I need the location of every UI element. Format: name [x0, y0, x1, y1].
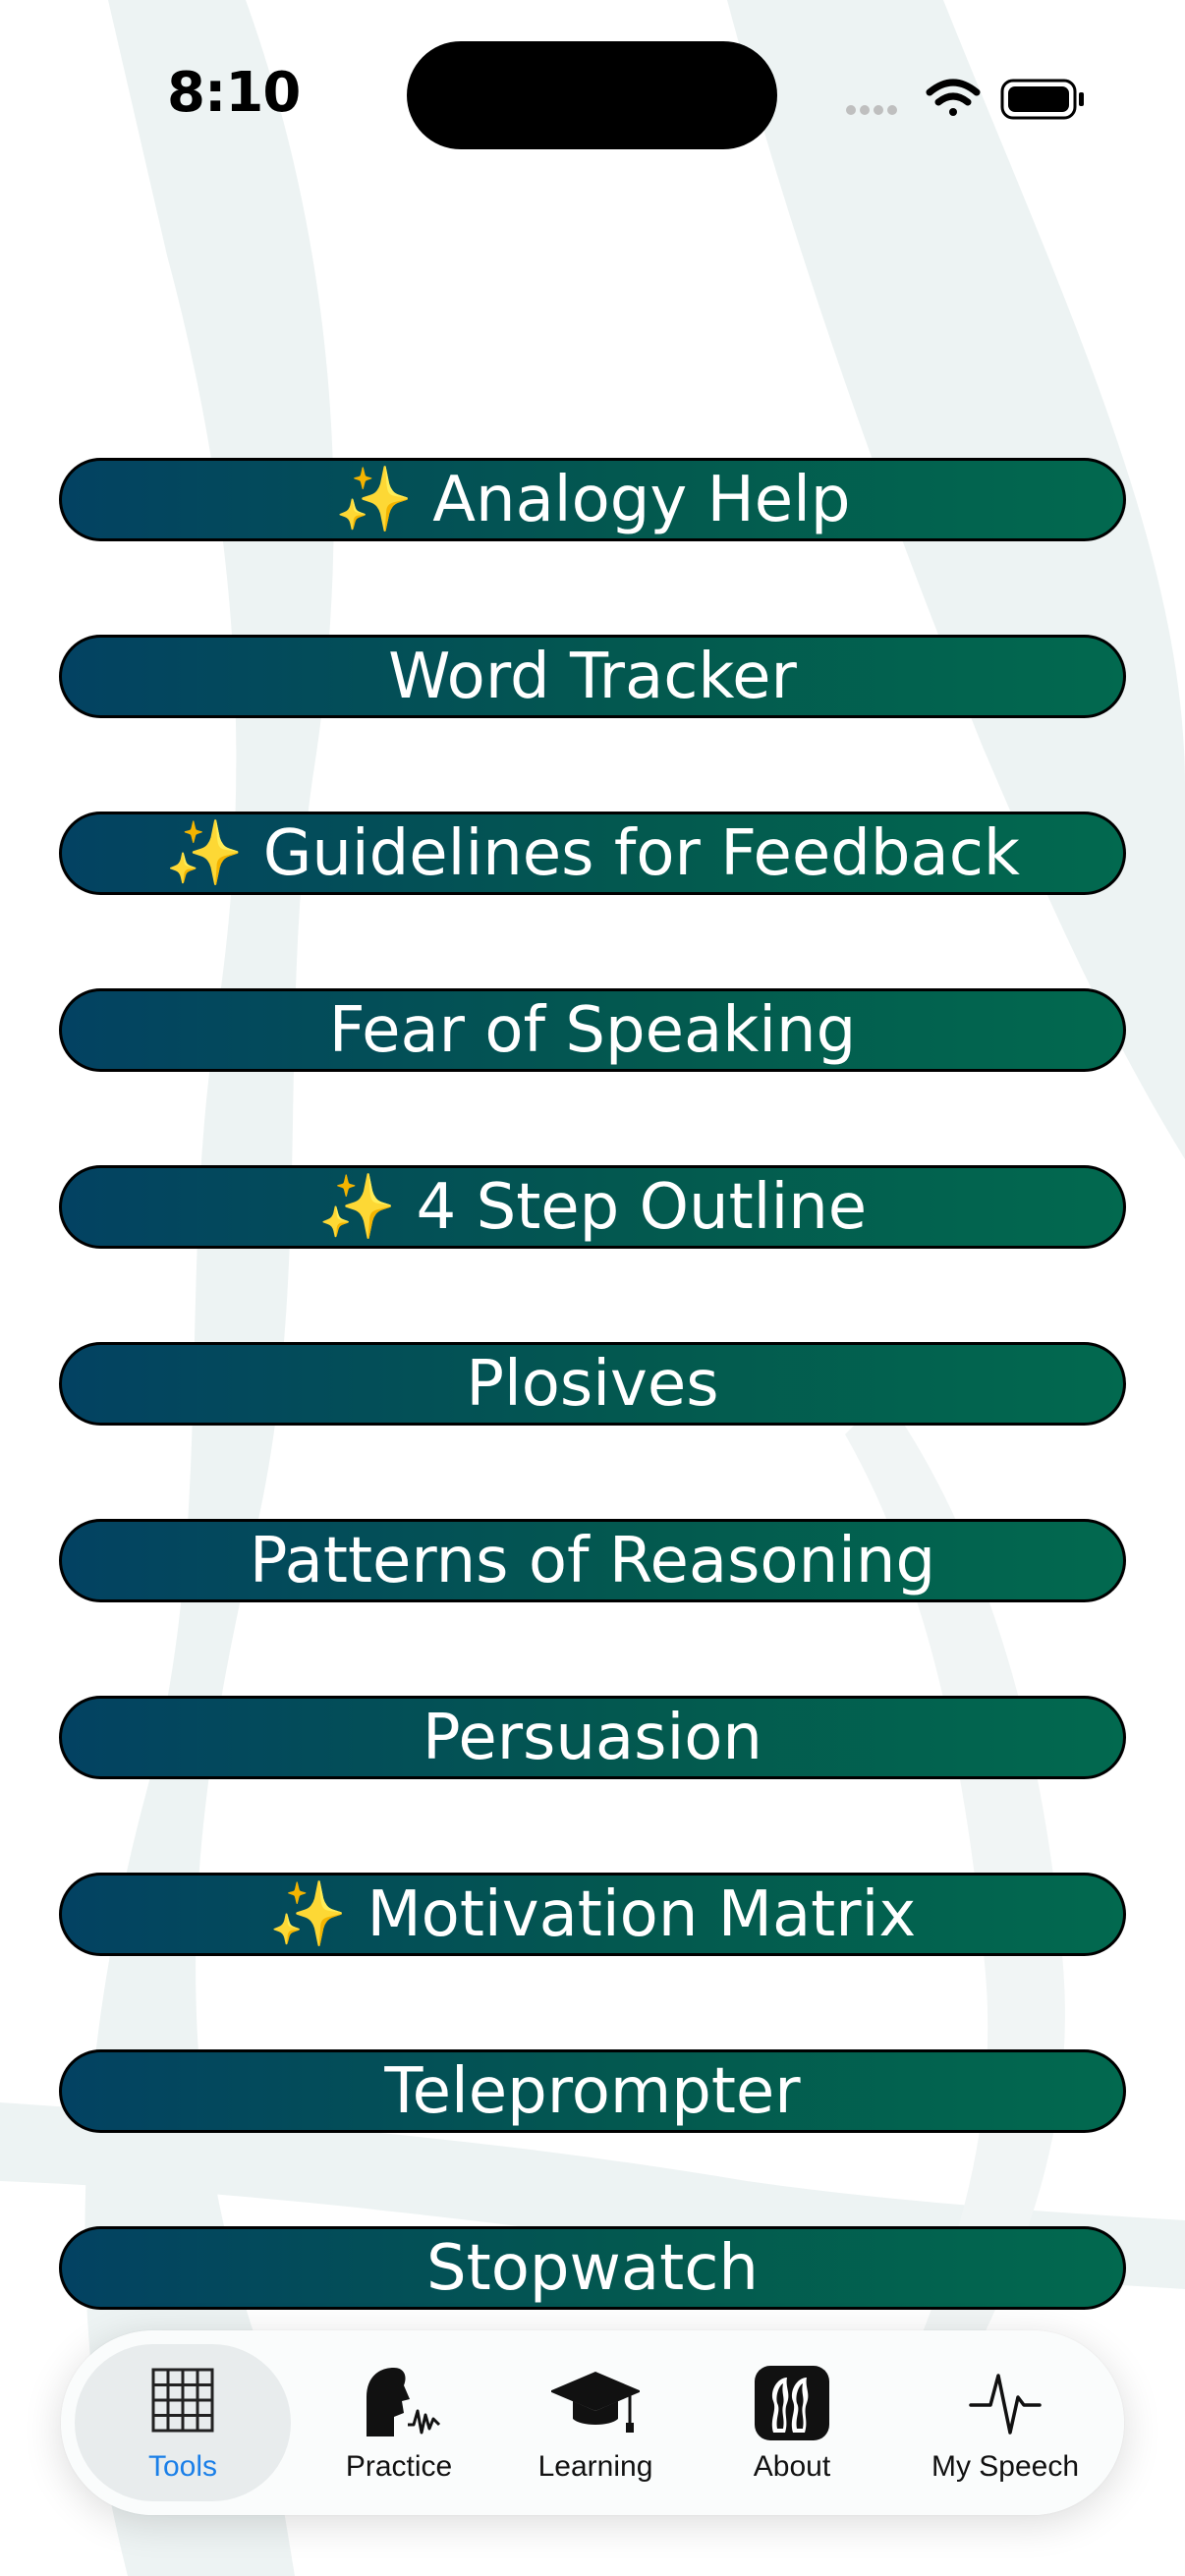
- status-time: 8:10: [167, 61, 301, 125]
- speaking-head-icon: [367, 2368, 441, 2436]
- menu-item-label: Guidelines for Feedback: [262, 816, 1020, 890]
- tab-learning[interactable]: Learning: [507, 2344, 684, 2501]
- tab-label: Practice: [345, 2450, 453, 2483]
- four-step-outline-button[interactable]: ✨ 4 Step Outline: [59, 1165, 1126, 1249]
- menu-item-label: Teleprompter: [384, 2054, 801, 2128]
- tab-about[interactable]: About: [704, 2344, 880, 2501]
- teleprompter-button[interactable]: Teleprompter: [59, 2049, 1126, 2133]
- menu-item-label: Motivation Matrix: [367, 1877, 917, 1951]
- motivation-matrix-button[interactable]: ✨ Motivation Matrix: [59, 1873, 1126, 1956]
- menu-item-label: Persuasion: [423, 1701, 762, 1774]
- sparkles-icon: ✨: [165, 817, 244, 890]
- sparkles-icon: ✨: [317, 1171, 397, 1244]
- dynamic-island: [407, 41, 777, 149]
- menu-item-label: 4 Step Outline: [416, 1170, 868, 1244]
- patterns-of-reasoning-button[interactable]: Patterns of Reasoning: [59, 1519, 1126, 1602]
- status-bar: 8:10: [0, 0, 1185, 187]
- menu-item-label: Stopwatch: [426, 2231, 759, 2305]
- fear-of-speaking-button[interactable]: Fear of Speaking: [59, 988, 1126, 1072]
- faces-icon: [755, 2366, 829, 2440]
- analogy-help-button[interactable]: ✨ Analogy Help: [59, 458, 1126, 541]
- tab-my-speech[interactable]: My Speech: [900, 2344, 1110, 2501]
- grid-icon: [151, 2368, 214, 2433]
- wifi-icon: [926, 79, 981, 116]
- tab-practice[interactable]: Practice: [310, 2344, 487, 2501]
- cellular-dots-icon: [846, 105, 897, 115]
- tools-menu: ✨ Analogy Help Word Tracker ✨ Guidelines…: [59, 458, 1126, 2310]
- tab-bar: Tools Practice Learning About My Speech: [61, 2330, 1124, 2515]
- menu-item-label: Patterns of Reasoning: [249, 1524, 936, 1597]
- plosives-button[interactable]: Plosives: [59, 1342, 1126, 1426]
- tab-tools[interactable]: Tools: [75, 2344, 291, 2501]
- word-tracker-button[interactable]: Word Tracker: [59, 635, 1126, 718]
- menu-item-label: Analogy Help: [432, 463, 851, 536]
- tab-label: Tools: [147, 2450, 218, 2483]
- sparkles-icon: ✨: [334, 464, 414, 536]
- stopwatch-button[interactable]: Stopwatch: [59, 2226, 1126, 2310]
- menu-item-label: Fear of Speaking: [328, 993, 857, 1067]
- waveform-icon: [969, 2374, 1042, 2435]
- tab-label: About: [753, 2450, 831, 2483]
- guidelines-for-feedback-button[interactable]: ✨ Guidelines for Feedback: [59, 812, 1126, 895]
- menu-item-label: Plosives: [466, 1347, 719, 1421]
- persuasion-button[interactable]: Persuasion: [59, 1696, 1126, 1779]
- battery-icon: [1000, 79, 1084, 120]
- graduation-cap-icon: [551, 2372, 640, 2433]
- tab-label: My Speech: [931, 2450, 1080, 2483]
- status-icons: [845, 69, 1091, 128]
- menu-item-label: Word Tracker: [388, 640, 797, 713]
- sparkles-icon: ✨: [268, 1878, 348, 1951]
- tab-label: Learning: [537, 2450, 653, 2483]
